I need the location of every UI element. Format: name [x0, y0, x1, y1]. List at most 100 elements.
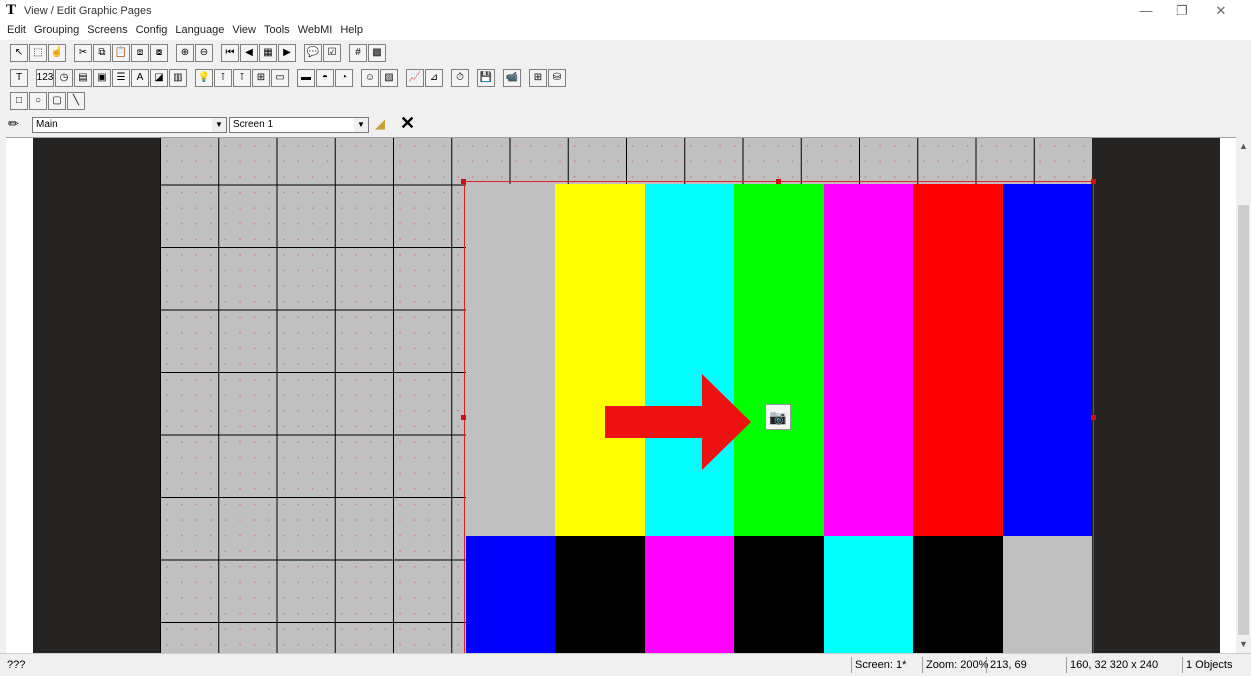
menu-edit[interactable]: Edit	[3, 22, 30, 38]
copy-icon[interactable]: ⧉	[93, 44, 111, 62]
first-screen-icon[interactable]: ⏮	[221, 44, 239, 62]
save-icon[interactable]: 💾	[477, 69, 495, 87]
alarm-text-icon[interactable]: A	[131, 69, 149, 87]
person-icon[interactable]: ☺	[361, 69, 379, 87]
numeric-icon[interactable]: 123	[36, 69, 54, 87]
marquee-select-icon-glyph: ⬚	[33, 47, 43, 58]
text-icon[interactable]: T	[10, 69, 28, 87]
trend-icon[interactable]: 📈	[406, 69, 424, 87]
switch-group-icon[interactable]: ⊺	[233, 69, 251, 87]
recipe-icon-glyph: ▧	[384, 72, 394, 83]
menu-config[interactable]: Config	[132, 22, 172, 38]
monitor-icon[interactable]: ▭	[271, 69, 289, 87]
rectangle-icon[interactable]: □	[10, 92, 28, 110]
menu-language[interactable]: Language	[171, 22, 228, 38]
resize-handle[interactable]	[1091, 179, 1096, 184]
clock-icon[interactable]: ◷	[55, 69, 73, 87]
circle-icon-glyph: ○	[34, 95, 42, 106]
menu-view[interactable]: View	[228, 22, 260, 38]
menu-bar: Edit Grouping Screens Config Language View Too…	[0, 22, 1251, 40]
notepad-icon[interactable]: ◪	[150, 69, 168, 87]
circle-icon[interactable]: ○	[29, 92, 47, 110]
table-icon[interactable]: ⊞	[529, 69, 547, 87]
close-icon[interactable]: ✕	[1206, 2, 1236, 20]
paste-icon[interactable]: 📋	[112, 44, 130, 62]
zoom-out-icon[interactable]: ⊖	[195, 44, 213, 62]
editor-canvas[interactable]: 📷	[6, 137, 1236, 654]
hand-pointer-icon-glyph: ☝	[50, 47, 64, 58]
hmi-icon-glyph: ▤	[78, 72, 88, 83]
chevron-down-icon: ▼	[354, 118, 368, 132]
resize-handle[interactable]	[1091, 415, 1096, 420]
resize-handle[interactable]	[461, 179, 466, 184]
database-icon-glyph: ⛁	[552, 72, 562, 83]
menu-help[interactable]: Help	[336, 22, 367, 38]
fill-grid-icon-glyph: ▩	[372, 47, 382, 58]
status-cursor: 213, 69	[986, 657, 1066, 673]
zoom-in-icon[interactable]: ⊕	[176, 44, 194, 62]
recipe-icon[interactable]: ▧	[380, 69, 398, 87]
delete-icon[interactable]: ✕	[400, 113, 420, 133]
text-icon-glyph: T	[15, 72, 23, 83]
minimize-icon[interactable]: —	[1131, 2, 1161, 20]
scroll-down-icon[interactable]: ▼	[1236, 637, 1251, 652]
hand-pointer-icon[interactable]: ☝	[48, 44, 66, 62]
status-bar: ??? Screen: 1* Zoom: 200% 213, 69 160, 3…	[0, 653, 1251, 676]
group-select[interactable]: Main ▼	[32, 117, 227, 133]
line-icon[interactable]: ╲	[67, 92, 85, 110]
image-icon[interactable]: ▥	[169, 69, 187, 87]
clock-icon-glyph: ◷	[59, 72, 69, 83]
rounded-rect-icon-glyph: ▢	[52, 95, 62, 106]
fill-grid-icon[interactable]: ▩	[368, 44, 386, 62]
dial-icon[interactable]: ◔	[335, 69, 353, 87]
xy-plot-icon[interactable]: ⊿	[425, 69, 443, 87]
resize-handle[interactable]	[461, 415, 466, 420]
next-screen-icon[interactable]: ▶	[278, 44, 296, 62]
screen-select[interactable]: Screen 1 ▼	[229, 117, 369, 133]
restore-icon[interactable]: ❐	[1167, 2, 1197, 20]
hmi-icon[interactable]: ▤	[74, 69, 92, 87]
slider-icon[interactable]: ⊞	[252, 69, 270, 87]
red-arrow-annotation	[605, 374, 751, 470]
bulb-icon-glyph: 💡	[197, 72, 211, 83]
grid-icon[interactable]: #	[349, 44, 367, 62]
switch-icon[interactable]: ⊺	[214, 69, 232, 87]
send-back-icon-glyph: ⧇	[155, 47, 163, 58]
bulb-icon[interactable]: 💡	[195, 69, 213, 87]
prev-screen-icon[interactable]: ◀	[240, 44, 258, 62]
pointer-icon[interactable]: ↖	[10, 44, 28, 62]
resize-handle[interactable]	[776, 179, 781, 184]
first-screen-icon-glyph: ⏮	[225, 47, 235, 58]
scroll-up-icon[interactable]: ▲	[1236, 139, 1251, 154]
pencil-icon[interactable]: ✏	[8, 116, 28, 134]
send-back-icon[interactable]: ⧇	[150, 44, 168, 62]
properties-icon[interactable]: ☑	[323, 44, 341, 62]
rounded-rect-icon[interactable]: ▢	[48, 92, 66, 110]
app-icon: T	[6, 2, 17, 18]
title-bar: T View / Edit Graphic Pages — ❐ ✕	[0, 0, 1251, 22]
menu-screens[interactable]: Screens	[83, 22, 131, 38]
cut-icon[interactable]: ✂	[74, 44, 92, 62]
list-icon[interactable]: ☰	[112, 69, 130, 87]
gauge-icon[interactable]: ◓	[316, 69, 334, 87]
alarm-text-icon-glyph: A	[136, 72, 144, 83]
camera-object-icon[interactable]: 📷	[765, 404, 791, 430]
menu-grouping[interactable]: Grouping	[30, 22, 83, 38]
scrollbar-thumb[interactable]	[1238, 205, 1249, 635]
eraser-icon[interactable]: ◢	[375, 116, 395, 134]
marquee-select-icon[interactable]: ⬚	[29, 44, 47, 62]
screen-list-icon[interactable]: ▦	[259, 44, 277, 62]
menu-tools[interactable]: Tools	[260, 22, 294, 38]
button-icon[interactable]: ▬	[297, 69, 315, 87]
zoom-in-icon-glyph: ⊕	[180, 47, 190, 58]
timer-icon[interactable]: ⏱	[451, 69, 469, 87]
help-bubble-icon[interactable]: 💬	[304, 44, 322, 62]
zoom-out-icon-glyph: ⊖	[199, 47, 209, 58]
bring-front-icon[interactable]: ⧈	[131, 44, 149, 62]
camera-icon-glyph: 📹	[505, 72, 519, 83]
camera-icon[interactable]: 📹	[503, 69, 521, 87]
slider-icon-glyph: ⊞	[256, 72, 266, 83]
password-icon[interactable]: ▣	[93, 69, 111, 87]
menu-webmi[interactable]: WebMI	[294, 22, 337, 38]
database-icon[interactable]: ⛁	[548, 69, 566, 87]
